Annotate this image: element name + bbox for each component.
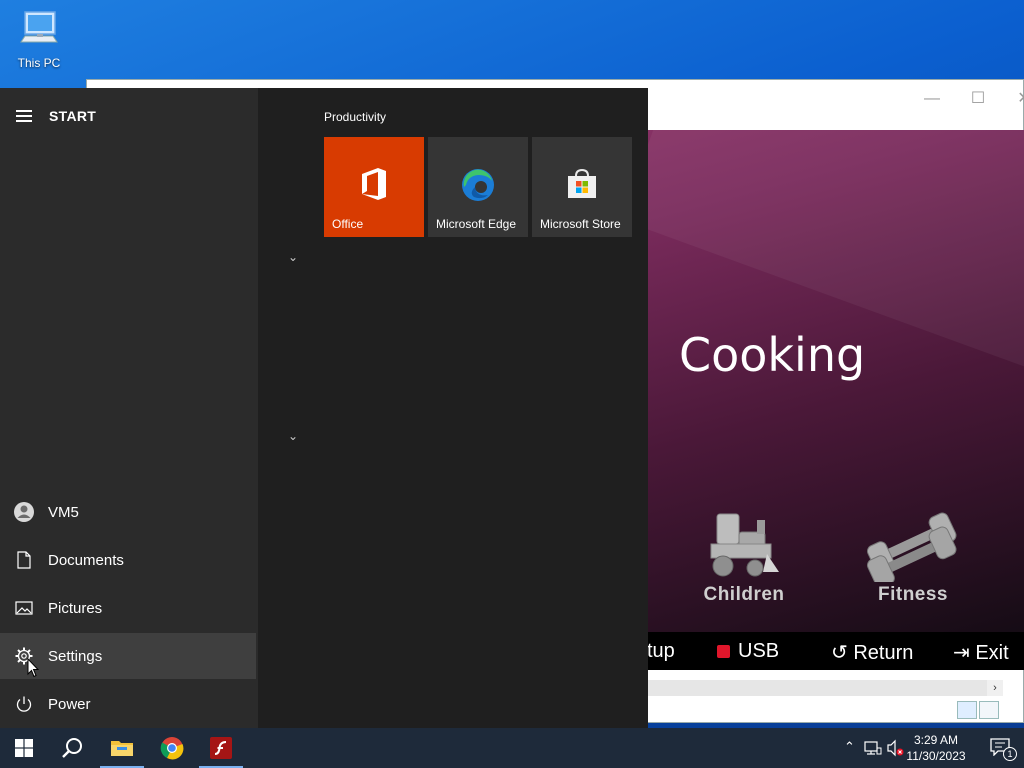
computer-icon	[20, 11, 58, 43]
nav-item-documents[interactable]: Documents	[0, 537, 256, 583]
windows-logo-icon	[15, 739, 33, 757]
tile-label: Microsoft Edge	[436, 217, 517, 231]
horizontal-scrollbar[interactable]: ›	[647, 680, 1003, 696]
edge-icon	[462, 169, 494, 201]
tile-label: Microsoft Store	[540, 217, 621, 231]
network-icon[interactable]	[864, 740, 882, 756]
nav-item-label: VM5	[48, 503, 79, 521]
nav-item-pictures[interactable]: Pictures	[0, 585, 256, 631]
desktop-icon-this-pc[interactable]: This PC	[10, 8, 68, 70]
office-icon	[362, 168, 386, 200]
start-menu-sidebar: START VM5 Documents Pictures Settings Po…	[0, 88, 258, 728]
return-menu-item[interactable]: ↺ Return	[831, 640, 913, 665]
preview-view-icon[interactable]	[979, 701, 999, 719]
chevron-down-icon[interactable]: ⌄	[288, 429, 298, 443]
folder-icon	[111, 741, 133, 756]
flash-button[interactable]	[197, 728, 245, 768]
clock-date: 11/30/2023	[906, 749, 966, 763]
store-icon	[568, 168, 596, 198]
category-label: Fitness	[877, 584, 949, 605]
usb-label: USB	[738, 640, 780, 662]
category-label: Children	[703, 584, 785, 605]
nav-item-label: Documents	[48, 551, 124, 569]
taskbar: ⌃ 3:29 AM 11/30/2023 1	[0, 728, 1024, 768]
tile-office[interactable]: Office	[324, 137, 424, 237]
search-button[interactable]	[48, 728, 96, 768]
start-button[interactable]	[0, 728, 48, 768]
desktop-icon-label: This PC	[17, 56, 61, 70]
tile-label: Office	[332, 217, 364, 231]
status-bar	[647, 698, 1003, 722]
document-icon	[17, 551, 31, 569]
start-menu-header[interactable]: START	[16, 108, 96, 124]
hamburger-icon	[16, 110, 34, 122]
exit-label: Exit	[975, 642, 1009, 664]
action-center-button[interactable]: 1	[990, 738, 1017, 761]
maximize-button[interactable]: ☐	[955, 84, 1001, 114]
search-icon	[62, 738, 82, 758]
tile-group-title[interactable]: Productivity	[324, 110, 386, 124]
system-tray: ⌃ 3:29 AM 11/30/2023 1	[824, 728, 1024, 768]
page-title: Cooking	[679, 328, 866, 382]
close-button[interactable]: ✕	[1001, 84, 1024, 114]
start-title: START	[49, 108, 97, 124]
tile-microsoft-edge[interactable]: Microsoft Edge	[428, 137, 528, 237]
nav-item-label: Settings	[48, 647, 103, 665]
chevron-down-icon[interactable]: ⌄	[288, 250, 298, 264]
clock[interactable]: 3:29 AM 11/30/2023	[904, 732, 968, 764]
minimize-button[interactable]: —	[909, 84, 955, 114]
category-fitness[interactable]: Fitness	[853, 510, 973, 606]
power-icon	[16, 696, 32, 712]
start-menu-tiles: Productivity Office Microsoft Edge Micro…	[258, 88, 648, 728]
exit-menu-item[interactable]: ⇥ Exit	[953, 640, 1009, 665]
nav-item-label: Pictures	[48, 599, 103, 617]
return-arrow-icon: ↺	[831, 642, 848, 664]
scroll-right-icon[interactable]: ›	[987, 680, 1003, 696]
clock-time: 3:29 AM	[913, 733, 959, 747]
setup-menu-item[interactable]: tup	[647, 640, 675, 663]
chrome-icon	[160, 737, 184, 760]
notification-badge: 1	[1003, 747, 1017, 761]
return-label: Return	[853, 642, 914, 664]
mouse-pointer-icon	[27, 658, 39, 678]
chrome-button[interactable]	[148, 728, 196, 768]
chevron-up-icon[interactable]: ⌃	[844, 739, 855, 755]
toy-train-icon	[710, 513, 779, 577]
details-view-icon[interactable]	[957, 701, 977, 719]
tile-microsoft-store[interactable]: Microsoft Store	[532, 137, 632, 237]
user-icon	[14, 502, 34, 522]
exit-door-icon: ⇥	[953, 642, 970, 664]
flash-icon	[210, 737, 232, 759]
nav-item-label: Power	[48, 695, 91, 713]
dumbbell-icon	[866, 512, 957, 582]
red-square-icon	[717, 645, 730, 658]
usb-menu-item[interactable]: USB	[717, 640, 779, 663]
file-explorer-button[interactable]	[98, 728, 146, 768]
nav-item-user[interactable]: VM5	[0, 489, 256, 535]
nav-item-power[interactable]: Power	[0, 681, 256, 727]
volume-muted-icon[interactable]	[886, 739, 904, 757]
pictures-icon	[15, 601, 33, 615]
category-children[interactable]: Children	[684, 510, 804, 606]
